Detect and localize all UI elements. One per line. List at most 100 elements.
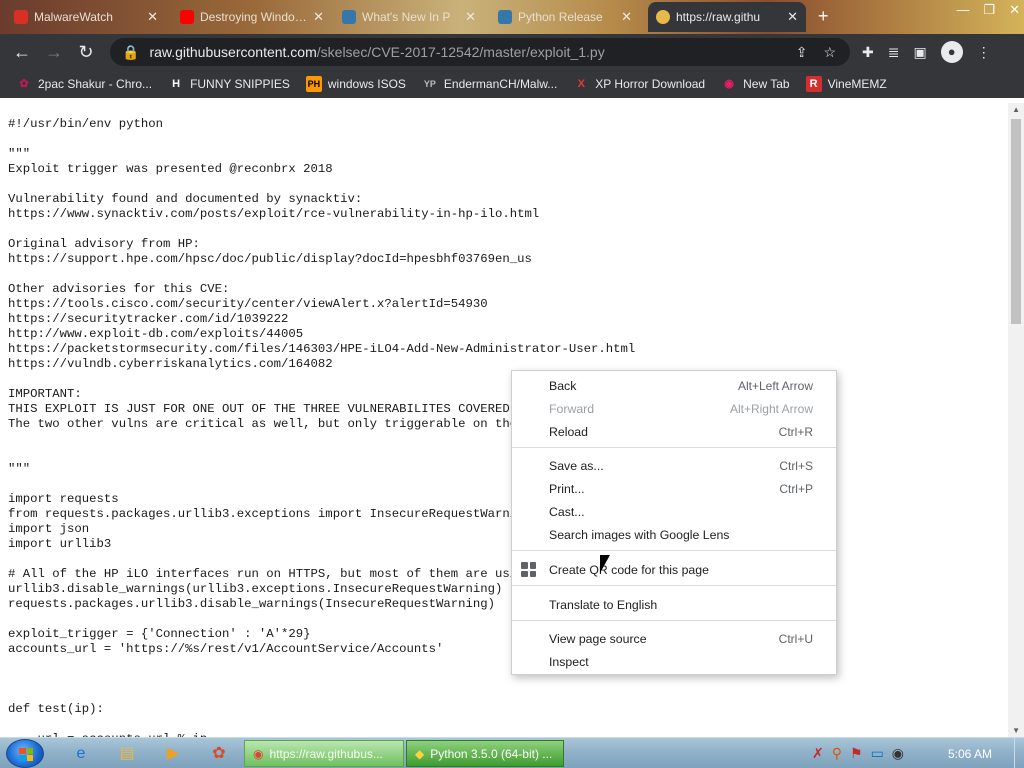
menu-item-label: View page source: [549, 631, 647, 646]
menu-item-label: Back: [549, 378, 577, 393]
back-arrow-icon[interactable]: ←: [6, 42, 38, 63]
tab-python-release[interactable]: Python Release ✕: [490, 2, 640, 32]
bookmark-star-icon[interactable]: ☆: [823, 44, 836, 61]
menu-item-print[interactable]: Print... Ctrl+P: [512, 477, 836, 500]
vertical-scrollbar[interactable]: ▲ ▼: [1008, 103, 1024, 737]
tab-title: MalwareWatch: [34, 10, 113, 24]
menu-item-label: Forward: [549, 401, 595, 416]
scroll-down-arrow-icon[interactable]: ▼: [1012, 726, 1020, 735]
bookmark-favicon-icon: PH: [305, 76, 322, 92]
mouse-cursor-icon: [600, 555, 610, 573]
menu-separator: [512, 620, 836, 621]
media-playlist-icon[interactable]: ≣: [888, 44, 900, 61]
bookmark-item[interactable]: R VineMEMZ: [805, 76, 887, 92]
tab-close-icon[interactable]: ✕: [313, 9, 324, 25]
tab-title: https://raw.githu: [676, 10, 761, 24]
paint-icon[interactable]: ✿: [208, 743, 230, 765]
tab-close-icon[interactable]: ✕: [147, 9, 158, 25]
show-desktop-button[interactable]: [1014, 738, 1024, 768]
forward-arrow-icon[interactable]: →: [38, 42, 70, 63]
menu-item-label: Reload: [549, 424, 588, 439]
menu-item-cast[interactable]: Cast...: [512, 500, 836, 523]
tab-whats-new-python[interactable]: What's New In P ✕: [334, 2, 484, 32]
tab-raw-github-active[interactable]: https://raw.githu ✕: [648, 2, 806, 32]
tab-title: Python Release: [518, 10, 603, 24]
menu-item-shortcut: Alt+Right Arrow: [729, 401, 813, 416]
bookmark-favicon-icon: X: [577, 78, 585, 90]
menu-item-label: Inspect: [549, 654, 589, 669]
menu-item-back[interactable]: Back Alt+Left Arrow: [512, 374, 836, 397]
tray-volume-icon[interactable]: ◉: [892, 745, 904, 762]
profile-avatar-icon[interactable]: ●: [940, 41, 963, 63]
bookmark-favicon-icon: ◉: [724, 78, 734, 90]
bookmark-label: EndermanCH/Malw...: [443, 77, 558, 91]
media-player-icon[interactable]: ▶: [162, 743, 184, 765]
bookmark-favicon-icon: R: [805, 76, 822, 92]
menu-item-shortcut: Ctrl+P: [779, 481, 813, 496]
scroll-up-arrow-icon[interactable]: ▲: [1012, 105, 1020, 114]
side-panel-icon[interactable]: ▣: [913, 44, 926, 61]
menu-item-save-as[interactable]: Save as... Ctrl+S: [512, 454, 836, 477]
start-button[interactable]: [6, 739, 44, 768]
qr-code-icon: [521, 562, 536, 577]
bookmark-item[interactable]: ✿ 2pac Shakur - Chro...: [16, 76, 152, 92]
tab-close-icon[interactable]: ✕: [621, 9, 632, 25]
address-bar[interactable]: 🔒 raw.githubusercontent.com/skelsec/CVE-…: [110, 38, 850, 66]
tab-favicon-icon: [14, 10, 28, 24]
window-controls: — ❐ ✕: [956, 2, 1020, 18]
tray-search-icon[interactable]: ⚲: [832, 745, 842, 762]
scrollbar-thumb[interactable]: [1011, 119, 1021, 324]
new-tab-button[interactable]: +: [818, 6, 829, 27]
menu-item-translate[interactable]: Translate to English: [512, 593, 836, 616]
tray-display-icon[interactable]: ▭: [871, 745, 884, 762]
share-icon[interactable]: ⇪: [796, 44, 808, 61]
menu-item-shortcut: Alt+Left Arrow: [737, 378, 813, 393]
bookmark-item[interactable]: YP EndermanCH/Malw...: [422, 76, 557, 92]
tab-destroying-windows[interactable]: Destroying Windows ✕: [172, 2, 332, 32]
extensions-puzzle-icon[interactable]: ✚: [862, 44, 874, 61]
menu-item-forward[interactable]: Forward Alt+Right Arrow: [512, 397, 836, 420]
tab-malwarewatch[interactable]: MalwareWatch ✕: [6, 2, 166, 32]
menu-item-label: Cast...: [549, 504, 585, 519]
bookmark-favicon-icon: H: [172, 78, 181, 90]
menu-separator: [512, 447, 836, 448]
bookmark-item[interactable]: H FUNNY SNIPPIES: [168, 76, 290, 92]
internet-explorer-icon[interactable]: e: [70, 743, 92, 765]
tab-strip: MalwareWatch ✕ Destroying Windows ✕ What…: [0, 0, 1024, 34]
menu-item-google-lens[interactable]: Search images with Google Lens: [512, 523, 836, 546]
context-menu: Back Alt+Left Arrow Forward Alt+Right Ar…: [511, 370, 837, 675]
taskbar-item-chrome[interactable]: ◉ https://raw.githubus...: [244, 740, 404, 767]
lock-icon[interactable]: 🔒: [122, 44, 139, 61]
menu-item-shortcut: Ctrl+S: [779, 458, 813, 473]
menu-item-view-source[interactable]: View page source Ctrl+U: [512, 627, 836, 650]
tray-flag-icon[interactable]: ⚑: [850, 745, 863, 762]
bookmark-item[interactable]: ◉ New Tab: [721, 76, 789, 92]
bookmark-favicon-icon: YP: [423, 79, 436, 89]
toolbar-actions: ✚ ≣ ▣ ● ⋮: [862, 41, 991, 63]
tab-title: Destroying Windows: [200, 10, 308, 24]
bookmark-label: XP Horror Download: [595, 77, 706, 91]
menu-item-create-qr-code[interactable]: Create QR code for this page: [512, 558, 836, 581]
reload-icon[interactable]: ↻: [70, 42, 102, 63]
python-icon: ◆: [415, 746, 425, 761]
minimize-icon[interactable]: —: [956, 2, 969, 18]
menu-item-reload[interactable]: Reload Ctrl+R: [512, 420, 836, 443]
browser-toolbar: ← → ↻ 🔒 raw.githubusercontent.com/skelse…: [0, 34, 1024, 70]
menu-kebab-icon[interactable]: ⋮: [977, 44, 991, 61]
menu-item-inspect[interactable]: Inspect: [512, 650, 836, 673]
tray-tool-icon[interactable]: ✗: [812, 745, 824, 762]
bookmark-item[interactable]: X XP Horror Download: [573, 76, 706, 92]
loading-globe-icon: [656, 10, 670, 24]
taskbar-item-python[interactable]: ◆ Python 3.5.0 (64-bit) ...: [406, 740, 564, 767]
bookmark-item[interactable]: PH windows ISOS: [305, 76, 406, 92]
menu-item-shortcut: Ctrl+R: [778, 424, 813, 439]
tab-close-icon[interactable]: ✕: [465, 9, 476, 25]
close-window-icon[interactable]: ✕: [1009, 2, 1020, 18]
tab-close-icon[interactable]: ✕: [787, 9, 798, 25]
maximize-icon[interactable]: ❐: [983, 2, 995, 18]
taskbar-clock[interactable]: 5:06 AM: [948, 747, 992, 761]
url-path: /skelsec/CVE-2017-12542/master/exploit_1…: [316, 44, 605, 60]
bookmarks-bar: ✿ 2pac Shakur - Chro... H FUNNY SNIPPIES P…: [0, 70, 1024, 98]
bookmark-label: 2pac Shakur - Chro...: [38, 77, 153, 91]
file-explorer-icon[interactable]: ▤: [116, 743, 138, 765]
